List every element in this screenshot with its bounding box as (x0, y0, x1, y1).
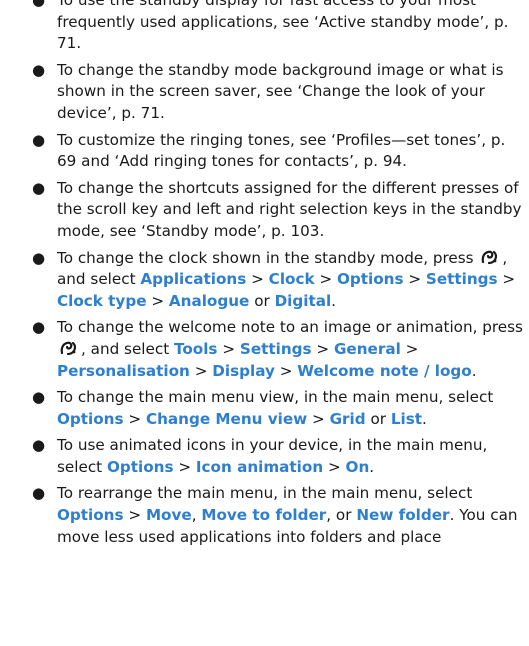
menu-path-command: Welcome note / logo (297, 361, 472, 380)
menu-path-command: Settings (425, 270, 498, 289)
bullet-icon: ● (32, 484, 46, 503)
path-separator: > (316, 339, 330, 358)
list-item: ● To change the shortcuts assigned for th… (0, 178, 529, 243)
menu-path-command: Options (57, 506, 124, 525)
path-separator: , or (326, 506, 352, 525)
path-separator: > (319, 270, 333, 289)
item-text: To rearrange the main menu, in the main … (57, 484, 473, 503)
bullet-icon: ● (32, 178, 46, 197)
menu-key-icon (59, 340, 79, 357)
menu-path-command: Grid (329, 409, 366, 428)
menu-path-command: Display (212, 361, 275, 380)
path-separator: > (194, 361, 208, 380)
menu-path-command: New folder (356, 506, 450, 525)
menu-path-command: Change Menu view (145, 409, 308, 428)
path-separator: > (128, 409, 142, 428)
menu-path-command: Options (336, 270, 404, 289)
bullet-icon: ● (32, 60, 46, 79)
menu-path-command: General (333, 339, 401, 358)
item-text: . (471, 361, 477, 380)
menu-path-command: On (345, 457, 370, 476)
path-separator: > (222, 339, 236, 358)
path-separator: , (191, 506, 197, 525)
list-item: ● To change the clock shown in the standb… (0, 248, 529, 313)
menu-path-command: Clock type (57, 291, 147, 310)
list-item: ● To rearrange the main menu, in the main… (0, 483, 529, 548)
path-separator: > (405, 339, 419, 358)
list-item: ● To change the main menu view, in the ma… (0, 387, 529, 430)
item-text: To change the shortcuts assigned for the… (57, 178, 522, 240)
bullet-icon: ● (32, 318, 46, 337)
path-separator: > (327, 457, 341, 476)
bullet-icon: ● (32, 130, 46, 149)
item-text: . (369, 457, 375, 476)
item-text: To change the clock shown in the standby… (57, 248, 474, 267)
menu-path-command: Tools (174, 339, 218, 358)
menu-path-command: Icon animation (195, 457, 324, 476)
path-separator: > (251, 270, 264, 289)
tips-list: ● To use the standby display for fast acc… (0, 0, 529, 548)
path-separator: > (312, 409, 325, 428)
item-text: To change the standby mode background im… (57, 60, 504, 122)
path-separator: > (408, 270, 422, 289)
item-text: . (422, 409, 427, 428)
menu-key-icon (480, 249, 500, 266)
menu-path-command: List (390, 409, 423, 428)
list-item: ● To use animated icons in your device, i… (0, 435, 529, 478)
path-separator: > (279, 361, 293, 380)
path-separator: > (178, 457, 192, 476)
menu-path-command: Options (57, 409, 124, 428)
list-item: ● To customize the ringing tones, see ‘Pr… (0, 130, 529, 173)
item-text: . (331, 291, 336, 310)
bullet-icon: ● (32, 0, 46, 9)
document-page: ● To use the standby display for fast acc… (0, 0, 529, 553)
path-separator: or (370, 409, 386, 428)
item-text: To use the standby display for fast acce… (57, 0, 509, 53)
menu-path-command: Settings (239, 339, 312, 358)
menu-path-command: Analogue (168, 291, 250, 310)
bullet-icon: ● (32, 388, 46, 407)
path-separator: > (502, 270, 516, 289)
item-text: , and select (81, 339, 170, 358)
menu-path-command: Personalisation (57, 361, 190, 380)
list-item: ● To change the welcome note to an image … (0, 317, 529, 382)
item-text: To customize the ringing tones, see ‘Pro… (57, 130, 506, 171)
menu-path-command: Clock (268, 270, 315, 289)
bullet-icon: ● (32, 248, 46, 267)
menu-path-command: Options (106, 457, 174, 476)
menu-path-command: Digital (274, 291, 332, 310)
path-separator: or (254, 291, 270, 310)
item-text: To change the welcome note to an image o… (57, 318, 523, 337)
menu-path-command: Applications (140, 270, 247, 289)
menu-path-command: Move (145, 506, 192, 525)
item-text: To change the main menu view, in the mai… (57, 388, 494, 407)
menu-path-command: Move to folder (201, 506, 327, 525)
list-item: ● To use the standby display for fast acc… (0, 0, 529, 55)
path-separator: > (151, 291, 165, 310)
path-separator: > (128, 506, 142, 525)
bullet-icon: ● (32, 436, 46, 455)
list-item: ● To change the standby mode background i… (0, 60, 529, 125)
